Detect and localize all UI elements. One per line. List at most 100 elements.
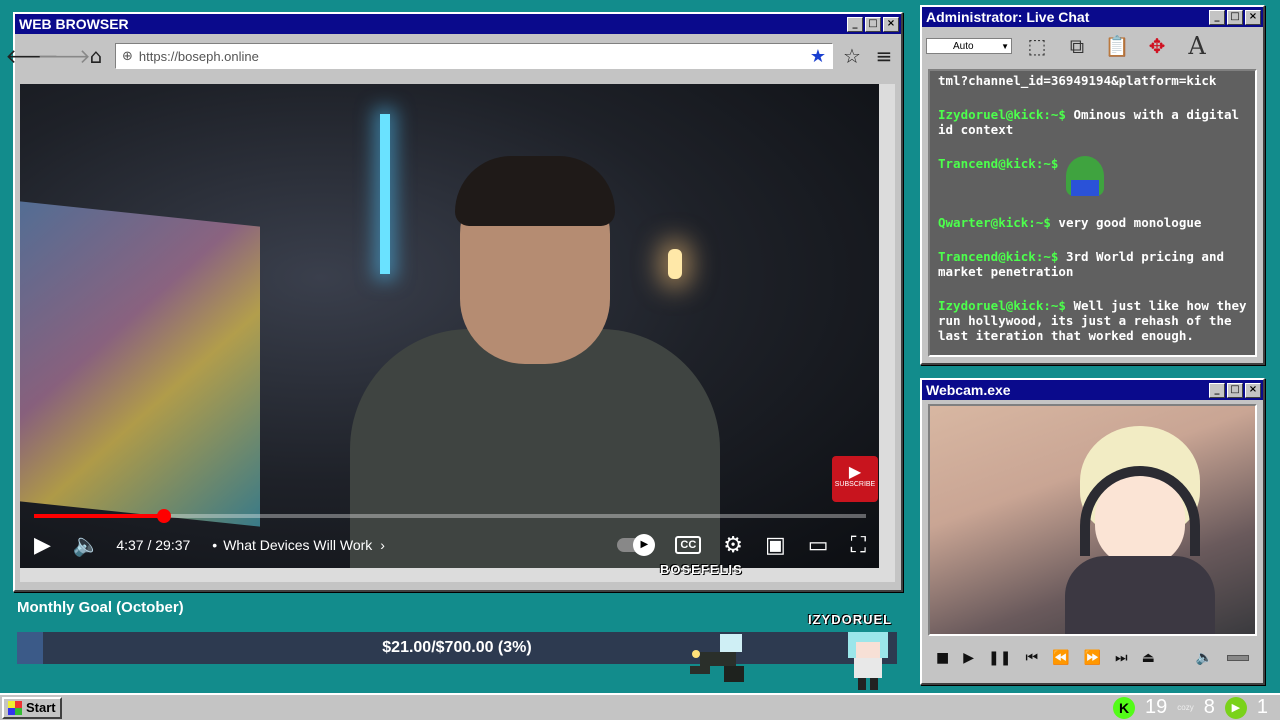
menu-icon[interactable]: ≡	[871, 43, 897, 69]
start-button[interactable]: Start	[2, 696, 62, 719]
font-icon[interactable]: A	[1182, 31, 1212, 61]
address-bar[interactable]: ⊕ https://boseph.online ★	[115, 43, 833, 69]
rumble-play-icon[interactable]: ▶	[1224, 696, 1247, 719]
paste-icon[interactable]: 📋	[1102, 31, 1132, 61]
chat-text: very good monologue	[1058, 215, 1202, 230]
bookmark-star-icon[interactable]: ★	[810, 46, 826, 67]
eject-icon[interactable]: ⏏	[1142, 650, 1155, 666]
video-progress-bar[interactable]	[34, 509, 866, 523]
stop-icon[interactable]: ■	[936, 650, 949, 666]
webcam-maximize-button[interactable]: □	[1227, 382, 1243, 398]
chat-messages[interactable]: tml?channel_id=36949194&platform=kick Iz…	[928, 69, 1257, 357]
fullscreen-icon[interactable]: ⛶	[851, 533, 866, 558]
goal-title: Monthly Goal (October)	[17, 599, 184, 616]
volume-slider[interactable]	[1227, 655, 1249, 661]
home-icon[interactable]: ⌂	[83, 43, 109, 69]
standing-sprite	[848, 632, 888, 690]
volume-icon[interactable]: 🔈	[73, 533, 100, 558]
video-controls: ▶ 🔈 4:37 / 29:37 • What Devices Will Wor…	[20, 530, 880, 560]
webcam-titlebar[interactable]: Webcam.exe _ □ ×	[922, 380, 1263, 400]
chat-top-line: tml?channel_id=36949194&platform=kick	[938, 73, 1217, 88]
next-icon[interactable]: ⏭	[1115, 650, 1128, 666]
previous-icon[interactable]: ⏮	[1025, 650, 1038, 666]
autoplay-play-icon: ▶	[633, 534, 656, 556]
horizontal-scrollbar[interactable]	[20, 568, 895, 582]
copy-icon[interactable]: ⧉	[1062, 31, 1092, 61]
video-chapter[interactable]: What Devices Will Work	[223, 537, 372, 553]
chat-username[interactable]: Izydoruel@kick:~$	[938, 107, 1066, 122]
taskbar: Start K 19 cozy 8 ▶ 1	[0, 693, 1280, 720]
browser-title: WEB BROWSER	[19, 16, 129, 32]
chat-message: Trancend@kick:~$ 3rd World pricing and m…	[938, 249, 1247, 279]
play-icon[interactable]: ▶	[34, 533, 51, 558]
select-icon[interactable]: ⬚	[1022, 31, 1052, 61]
chapter-chevron-icon[interactable]: ›	[380, 537, 385, 553]
webcam-title: Webcam.exe	[926, 382, 1011, 398]
video-time: 4:37 / 29:37	[116, 537, 191, 553]
video-progress-fill	[34, 514, 164, 518]
fast-forward-icon[interactable]: ⏩	[1084, 650, 1101, 666]
dropdown-arrow-icon: ▼	[1001, 41, 1009, 51]
vertical-scrollbar[interactable]	[879, 84, 895, 568]
play-icon[interactable]: ▶	[963, 650, 974, 666]
video-scene-monitor	[20, 201, 260, 527]
chat-username[interactable]: Trancend@kick:~$	[938, 249, 1058, 264]
rewind-icon[interactable]: ⏪	[1052, 650, 1069, 666]
webcam-minimize-button[interactable]: _	[1209, 382, 1225, 398]
miniplayer-icon[interactable]: ▣	[765, 533, 786, 558]
youtube-play-icon: ▶	[848, 462, 862, 481]
chat-message: Qwarter@kick:~$ very good monologue	[938, 215, 1247, 230]
video-scene-lamp	[668, 249, 682, 279]
autoplay-toggle[interactable]: ▶	[617, 534, 656, 556]
video-scene-light	[380, 114, 390, 274]
subscribe-button[interactable]: ▶ SUBSCRIBE	[832, 456, 878, 502]
webcam-close-button[interactable]: ×	[1245, 382, 1261, 398]
chat-window: Administrator: Live Chat _ □ × Auto ▼ ⬚ …	[920, 5, 1265, 365]
streamer-name-watermark: BOSEFELIS	[660, 562, 743, 577]
browser-window: WEB BROWSER _ □ × 🡐 🡒 ⌂ ⊕ https://boseph…	[5, 12, 903, 592]
settings-gear-icon[interactable]: ⚙	[723, 533, 743, 558]
pause-icon[interactable]: ❚❚	[988, 650, 1011, 666]
system-tray: K 19 cozy 8 ▶ 1	[1113, 696, 1278, 719]
font-size-dropdown[interactable]: Auto ▼	[926, 38, 1012, 54]
webcam-window: Webcam.exe _ □ × ■ ▶ ❚❚ ⏮ ⏪ ⏩ ⏭ ⏏ 🔈	[920, 378, 1265, 685]
url-text[interactable]: https://boseph.online	[139, 49, 804, 64]
chat-username[interactable]: Qwarter@kick:~$	[938, 215, 1051, 230]
chapter-separator: •	[212, 537, 218, 553]
chat-maximize-button[interactable]: □	[1227, 9, 1243, 25]
forward-arrow-icon[interactable]: 🡒	[37, 43, 91, 69]
chat-username[interactable]: Izydoruel@kick:~$	[938, 298, 1066, 313]
chat-message: Izydoruel@kick:~$ Well just like how the…	[938, 298, 1247, 343]
running-sprite	[690, 634, 744, 682]
move-icon[interactable]: ✥	[1142, 31, 1172, 61]
theater-mode-icon[interactable]: ▭	[808, 533, 829, 558]
video-scrubber-handle[interactable]	[156, 509, 171, 523]
captions-button[interactable]: CC	[675, 536, 702, 554]
chat-toolbar: Auto ▼ ⬚ ⧉ 📋 ✥ A	[922, 27, 1263, 65]
video-scene-person-hair	[455, 156, 615, 226]
kick-icon[interactable]: K	[1113, 696, 1136, 719]
minimize-button[interactable]: _	[847, 16, 863, 32]
speaker-icon[interactable]: 🔈	[1196, 650, 1213, 666]
cozy-count: 8	[1203, 696, 1215, 718]
goal-progress-bar: $21.00/$700.00 (3%)	[17, 632, 897, 664]
webcam-feed	[928, 404, 1257, 636]
cozy-icon[interactable]: cozy	[1177, 703, 1193, 712]
chat-username[interactable]: Trancend@kick:~$	[938, 156, 1058, 171]
chat-minimize-button[interactable]: _	[1209, 9, 1225, 25]
chat-close-button[interactable]: ×	[1245, 9, 1261, 25]
chat-message: Trancend@kick:~$	[938, 156, 1247, 196]
close-button[interactable]: ×	[883, 16, 899, 32]
windows-logo-icon	[8, 700, 22, 715]
browser-titlebar[interactable]: WEB BROWSER _ □ ×	[15, 14, 901, 34]
pepe-emote-icon	[1065, 156, 1104, 196]
chat-message: Izydoruel@kick:~$ Ominous with a digital…	[938, 107, 1247, 137]
maximize-button[interactable]: □	[865, 16, 881, 32]
favorites-icon[interactable]: ☆	[839, 43, 865, 69]
video-player[interactable]: ▶ SUBSCRIBE ▶ 🔈 4:37 / 29:37 • What Devi…	[20, 84, 880, 568]
sprite-name-label: IZYDORUEL	[808, 612, 893, 627]
chat-titlebar[interactable]: Administrator: Live Chat _ □ ×	[922, 7, 1263, 27]
browser-navbar: 🡐 🡒 ⌂ ⊕ https://boseph.online ★ ☆ ≡	[5, 38, 901, 74]
subscribe-label: SUBSCRIBE	[834, 481, 876, 488]
viewer-count: 19	[1145, 696, 1168, 718]
